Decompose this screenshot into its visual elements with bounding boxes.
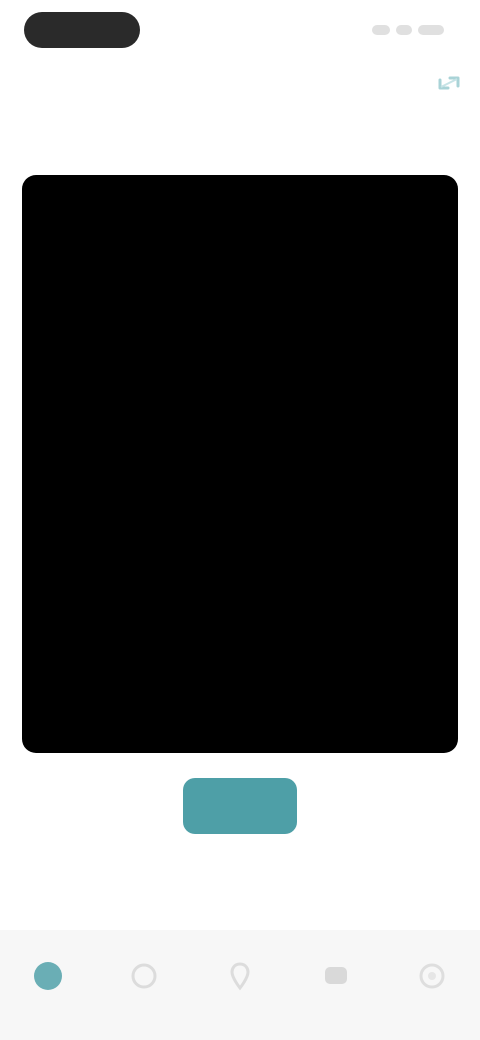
app-screen bbox=[0, 0, 480, 1040]
status-bar bbox=[0, 0, 480, 60]
capture-hint bbox=[160, 852, 320, 870]
camera-viewfinder[interactable] bbox=[22, 175, 458, 753]
battery-icon bbox=[418, 25, 444, 35]
nav-item-settings[interactable] bbox=[400, 956, 464, 1016]
pin-icon bbox=[220, 956, 260, 996]
clock-icon bbox=[124, 956, 164, 996]
nav-item-history[interactable] bbox=[112, 956, 176, 1016]
status-indicators bbox=[372, 20, 444, 40]
expand-button[interactable] bbox=[432, 66, 466, 100]
page-title bbox=[70, 128, 410, 152]
nav-item-home[interactable] bbox=[16, 956, 80, 1016]
nav-item-location[interactable] bbox=[208, 956, 272, 1016]
status-time-pill bbox=[24, 12, 140, 48]
bottom-nav bbox=[0, 930, 480, 1040]
home-icon bbox=[28, 956, 68, 996]
wifi-icon bbox=[396, 25, 412, 35]
capture-button[interactable] bbox=[183, 778, 297, 834]
nav-item-messages[interactable] bbox=[304, 956, 368, 1016]
settings-icon bbox=[412, 956, 452, 996]
signal-icon bbox=[372, 25, 390, 35]
expand-icon bbox=[438, 76, 460, 90]
chat-icon bbox=[316, 956, 356, 996]
